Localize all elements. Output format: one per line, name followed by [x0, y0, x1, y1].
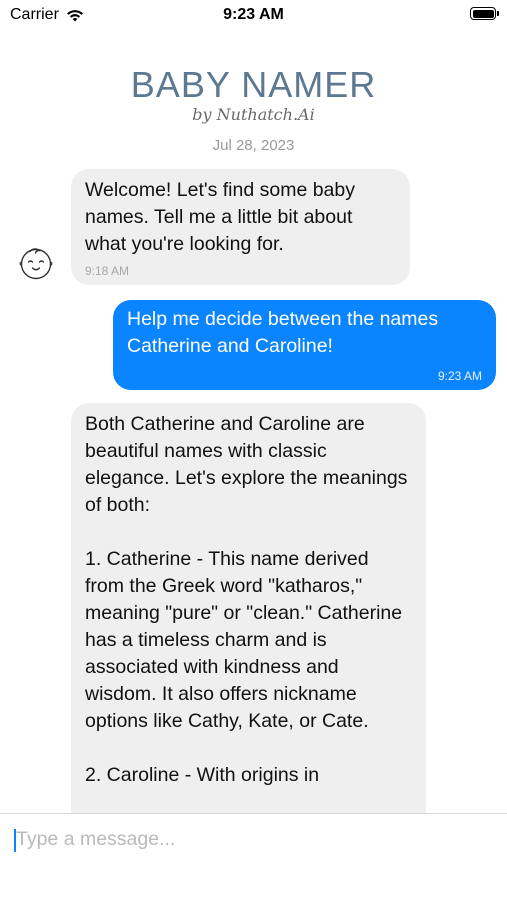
- message-bubble-bot: Both Catherine and Caroline are beautifu…: [71, 403, 426, 863]
- message-time: 9:18 AM: [85, 264, 130, 278]
- message-text: Welcome! Let's find some baby names. Tel…: [85, 179, 361, 255]
- app-subtitle: by Nuthatch.Ai: [192, 105, 315, 124]
- battery-icon: [470, 7, 499, 20]
- baby-face-icon: [19, 248, 53, 280]
- app-title: BABY NAMER: [130, 64, 377, 105]
- status-time: 9:23 AM: [223, 6, 284, 23]
- status-bar: Carrier 9:23 AM: [0, 0, 507, 30]
- conversation-date: Jul 28, 2023: [212, 137, 295, 154]
- message-text: Help me decide between the names Catheri…: [127, 308, 444, 357]
- text-caret: [14, 829, 16, 852]
- message-bubble-user: Help me decide between the names Catheri…: [113, 300, 496, 390]
- message-bubble-bot: Welcome! Let's find some baby names. Tel…: [71, 169, 410, 285]
- message-text: Both Catherine and Caroline are beautifu…: [85, 413, 408, 786]
- message-input[interactable]: [12, 824, 496, 854]
- message-input-bar: [0, 813, 507, 900]
- message-time: 9:23 AM: [437, 369, 482, 383]
